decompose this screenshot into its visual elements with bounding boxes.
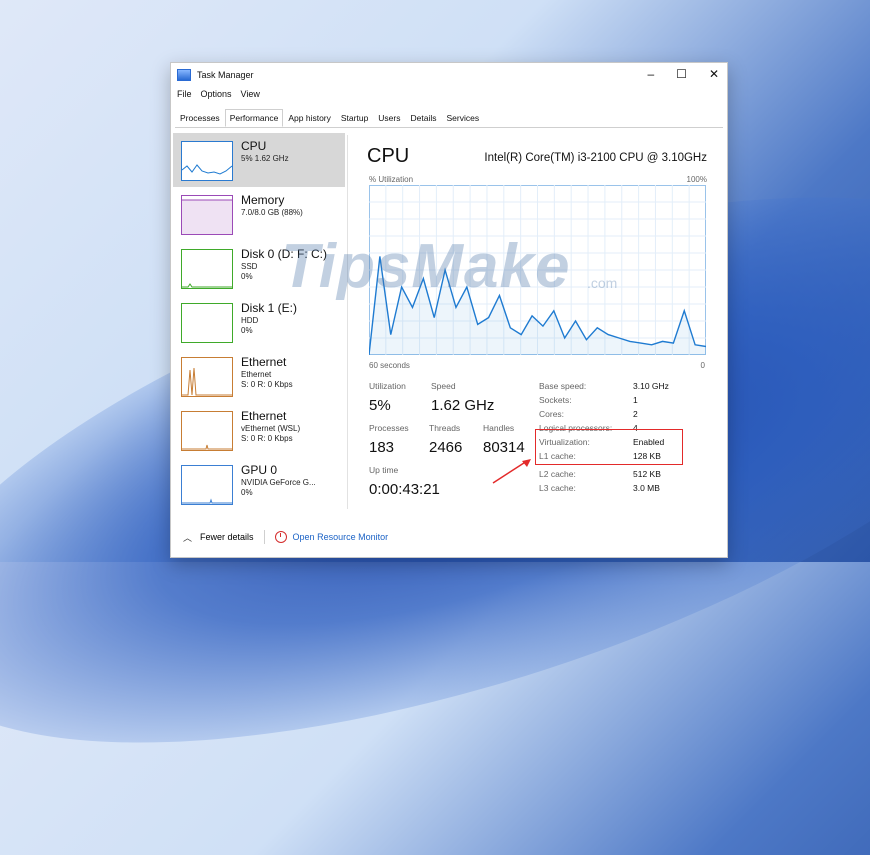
tab-startup[interactable]: Startup — [336, 109, 373, 127]
footer-separator — [263, 530, 265, 544]
resource-monitor-icon[interactable] — [274, 531, 287, 543]
handles-label: Handles — [483, 423, 515, 433]
cores-value: 2 — [633, 409, 638, 419]
menu-file[interactable]: File — [177, 89, 192, 105]
sidebar-item-detail: NVIDIA GeForce G... — [241, 478, 316, 487]
cores-label: Cores: — [539, 409, 565, 419]
tab-performance[interactable]: Performance — [224, 109, 284, 127]
sidebar-item-disk1[interactable]: Disk 1 (E:) HDD 0% — [173, 295, 345, 349]
performance-sidebar: CPU 5% 1.62 GHz Memory 7.0/8.0 GB (88%) … — [173, 133, 345, 513]
memory-mini-graph — [182, 199, 232, 234]
menu-view[interactable]: View — [241, 89, 260, 105]
ethernet-wsl-thumbnail — [181, 411, 233, 451]
minimize-button[interactable]: – — [647, 67, 654, 81]
processes-label: Processes — [369, 423, 409, 433]
speed-value: 1.62 GHz — [431, 397, 495, 414]
tab-processes[interactable]: Processes — [175, 109, 225, 127]
tab-details[interactable]: Details — [406, 109, 442, 127]
sidebar-item-detail: 7.0/8.0 GB (88%) — [241, 208, 303, 217]
sidebar-item-detail: Ethernet — [241, 370, 272, 379]
l2-cache-value: 512 KB — [633, 469, 661, 479]
watermark-suffix: .com — [587, 275, 618, 291]
red-arrow-annotation — [492, 459, 531, 484]
disk0-mini-graph — [182, 283, 232, 288]
sidebar-item-detail: HDD — [241, 316, 259, 325]
cpu-model-label: Intel(R) Core(TM) i3-2100 CPU @ 3.10GHz — [484, 152, 707, 164]
ethernet-thumbnail — [181, 357, 233, 397]
window-title: Task Manager — [197, 70, 254, 80]
virtualization-highlight-box — [535, 429, 683, 465]
sidebar-item-detail: S: 0 R: 0 Kbps — [241, 434, 293, 443]
handles-value: 80314 — [483, 439, 525, 456]
uptime-label: Up time — [369, 465, 399, 475]
footer-bar: ︿ Fewer details Open Resource Monitor — [171, 517, 727, 557]
sidebar-divider — [347, 135, 348, 509]
close-button[interactable]: ✕ — [709, 67, 719, 81]
sidebar-item-detail: 0% — [241, 272, 253, 281]
sidebar-item-detail: vEthernet (WSL) — [241, 424, 301, 433]
fewer-details-button[interactable]: Fewer details — [200, 532, 254, 542]
ethernet-mini-graph — [182, 367, 232, 396]
watermark-brand: TipsMake — [281, 232, 571, 301]
performance-title: CPU — [367, 145, 410, 167]
sidebar-item-ethernet-wsl[interactable]: Ethernet vEthernet (WSL) S: 0 R: 0 Kbps — [173, 403, 345, 457]
threads-value: 2466 — [429, 439, 463, 456]
disk0-thumbnail — [181, 249, 233, 289]
utilization-axis-label: % Utilization — [369, 175, 414, 184]
sidebar-item-name: Memory — [241, 193, 285, 207]
sidebar-item-detail: S: 0 R: 0 Kbps — [241, 380, 293, 389]
sidebar-item-detail: 0% — [241, 488, 253, 497]
graph-x-left-label: 60 seconds — [369, 361, 410, 370]
sidebar-item-name: CPU — [241, 139, 267, 153]
speed-label: Speed — [431, 381, 456, 391]
sockets-label: Sockets: — [539, 395, 572, 405]
sidebar-item-name: Disk 1 (E:) — [241, 301, 298, 315]
maximize-button[interactable]: ☐ — [676, 67, 687, 81]
gpu-thumbnail — [181, 465, 233, 505]
window-controls: – ☐ ✕ — [647, 67, 719, 81]
sidebar-item-gpu[interactable]: GPU 0 NVIDIA GeForce G... 0% — [173, 457, 345, 511]
sidebar-item-name: GPU 0 — [241, 463, 278, 477]
uptime-value: 0:00:43:21 — [369, 481, 440, 498]
gpu-mini-graph — [182, 498, 232, 504]
sidebar-item-cpu[interactable]: CPU 5% 1.62 GHz — [173, 133, 345, 187]
processes-value: 183 — [369, 439, 395, 456]
cpu-mini-graph — [182, 164, 232, 175]
open-resource-monitor-link[interactable]: Open Resource Monitor — [293, 532, 389, 542]
menu-bar: File Options View — [171, 89, 260, 105]
sidebar-item-ethernet[interactable]: Ethernet Ethernet S: 0 R: 0 Kbps — [173, 349, 345, 403]
sidebar-item-name: Ethernet — [241, 409, 287, 423]
chevron-up-icon[interactable]: ︿ — [183, 531, 192, 544]
tab-bar: Processes Performance App history Startu… — [175, 109, 723, 128]
graph-x-right-label: 0 — [700, 361, 705, 370]
base-speed-value: 3.10 GHz — [633, 381, 669, 391]
l3-cache-value: 3.0 MB — [633, 483, 660, 493]
disk1-thumbnail — [181, 303, 233, 343]
tab-app-history[interactable]: App history — [283, 109, 336, 127]
tab-services[interactable]: Services — [441, 109, 484, 127]
task-manager-window: Task Manager – ☐ ✕ File Options View Pro… — [170, 62, 728, 558]
l2-cache-label: L2 cache: — [539, 469, 576, 479]
l3-cache-label: L3 cache: — [539, 483, 576, 493]
menu-options[interactable]: Options — [201, 89, 232, 105]
title-bar: Task Manager – ☐ ✕ — [171, 63, 727, 87]
utilization-label: Utilization — [369, 381, 406, 391]
utilization-axis-max-label: 100% — [686, 175, 707, 184]
sidebar-item-detail: 0% — [241, 326, 253, 335]
sockets-value: 1 — [633, 395, 638, 405]
sidebar-item-name: Ethernet — [241, 355, 287, 369]
ethernet-wsl-mini-graph — [182, 444, 232, 450]
task-manager-icon — [177, 69, 191, 81]
base-speed-label: Base speed: — [539, 381, 587, 391]
memory-thumbnail — [181, 195, 233, 235]
tab-users[interactable]: Users — [373, 109, 405, 127]
threads-label: Threads — [429, 423, 461, 433]
cpu-thumbnail — [181, 141, 233, 181]
sidebar-item-detail: SSD — [241, 262, 258, 271]
sidebar-item-detail: 5% 1.62 GHz — [241, 154, 289, 163]
utilization-value: 5% — [369, 397, 391, 414]
